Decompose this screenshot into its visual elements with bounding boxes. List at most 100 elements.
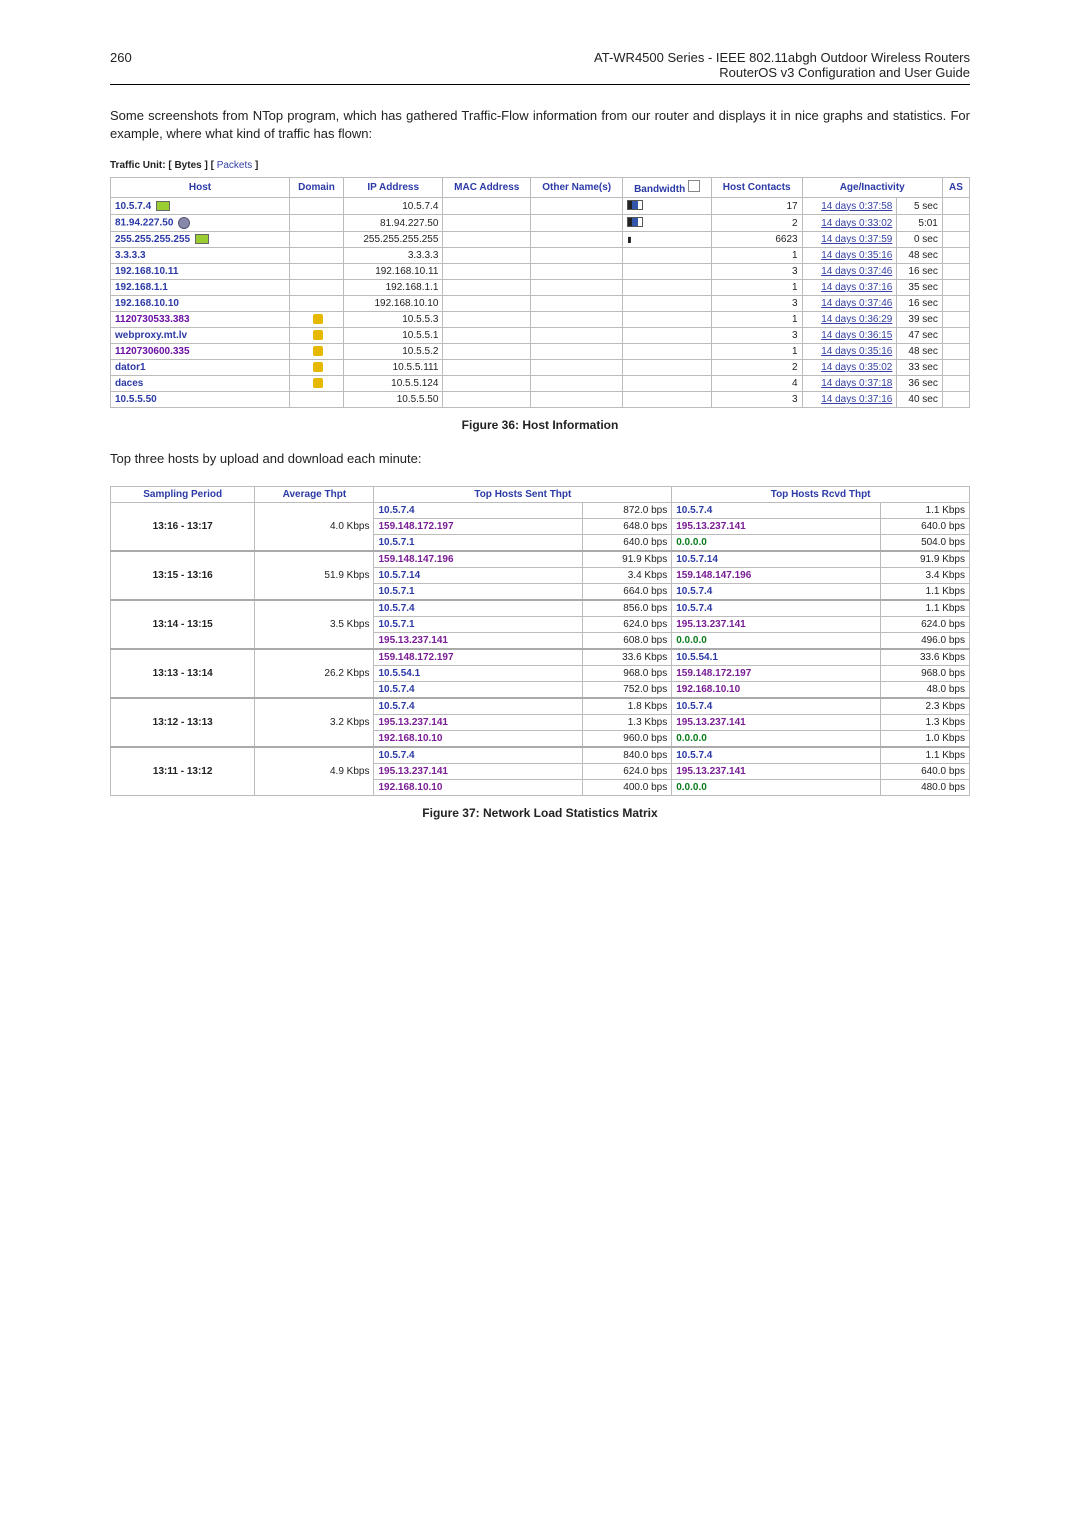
col-contacts[interactable]: Host Contacts <box>711 178 802 198</box>
age-link[interactable]: 14 days 0:35:02 <box>821 362 892 373</box>
age-link[interactable]: 14 days 0:35:16 <box>821 346 892 357</box>
sent-ip-cell[interactable]: 10.5.7.4 <box>374 698 583 715</box>
age-link[interactable]: 14 days 0:37:46 <box>821 298 892 309</box>
age-link[interactable]: 14 days 0:37:46 <box>821 266 892 277</box>
rcvd-ip-cell[interactable]: 195.13.237.141 <box>672 518 881 534</box>
rcvd-ip-cell[interactable]: 10.5.7.4 <box>672 502 881 518</box>
host-cell[interactable]: 1120730600.335 <box>111 344 290 360</box>
age-link[interactable]: 14 days 0:36:29 <box>821 314 892 325</box>
host-cell[interactable]: 255.255.255.255 <box>111 232 290 248</box>
rcvd-ip-cell[interactable]: 0.0.0.0 <box>672 632 881 649</box>
rcvd-ip-cell[interactable]: 159.148.147.196 <box>672 567 881 583</box>
domain-cell <box>290 198 344 215</box>
col-domain[interactable]: Domain <box>290 178 344 198</box>
rcvd-ip-cell[interactable]: 0.0.0.0 <box>672 730 881 747</box>
domain-cell <box>290 312 344 328</box>
host-row: 81.94.227.50 81.94.227.50214 days 0:33:0… <box>111 215 970 232</box>
host-cell[interactable]: 1120730533.383 <box>111 312 290 328</box>
traffic-unit-bytes: Bytes <box>174 160 201 171</box>
other-cell <box>531 296 623 312</box>
rcvd-ip-cell[interactable]: 10.5.7.4 <box>672 698 881 715</box>
rcvd-amt-cell: 496.0 bps <box>881 632 970 649</box>
other-cell <box>531 248 623 264</box>
host-cell[interactable]: 192.168.1.1 <box>111 280 290 296</box>
age-link[interactable]: 14 days 0:37:16 <box>821 282 892 293</box>
sent-ip-cell[interactable]: 195.13.237.141 <box>374 632 583 649</box>
age-link[interactable]: 14 days 0:37:59 <box>821 234 892 245</box>
age-link[interactable]: 14 days 0:37:58 <box>821 201 892 212</box>
ip-cell: 255.255.255.255 <box>344 232 443 248</box>
sent-ip-cell[interactable]: 159.148.172.197 <box>374 649 583 666</box>
rcvd-amt-cell: 1.3 Kbps <box>881 714 970 730</box>
rcvd-ip-cell[interactable]: 10.5.54.1 <box>672 649 881 666</box>
host-cell[interactable]: 10.5.5.50 <box>111 392 290 408</box>
age-link[interactable]: 14 days 0:36:15 <box>821 330 892 341</box>
host-row: 255.255.255.255 255.255.255.255▮662314 d… <box>111 232 970 248</box>
rcvd-ip-cell[interactable]: 192.168.10.10 <box>672 681 881 698</box>
rcvd-ip-cell[interactable]: 10.5.7.4 <box>672 600 881 617</box>
traffic-unit-packets-link[interactable]: Packets <box>217 160 253 171</box>
filter-icon[interactable] <box>688 180 700 192</box>
other-cell <box>531 280 623 296</box>
thpt-col-sent[interactable]: Top Hosts Sent Thpt <box>374 486 672 502</box>
sent-amt-cell: 1.8 Kbps <box>583 698 672 715</box>
sent-ip-cell[interactable]: 10.5.7.4 <box>374 681 583 698</box>
rcvd-ip-cell[interactable]: 195.13.237.141 <box>672 714 881 730</box>
host-cell[interactable]: daces <box>111 376 290 392</box>
sent-ip-cell[interactable]: 159.148.147.196 <box>374 551 583 568</box>
host-cell[interactable]: 192.168.10.11 <box>111 264 290 280</box>
sent-ip-cell[interactable]: 10.5.7.4 <box>374 747 583 764</box>
sent-ip-cell[interactable]: 10.5.7.4 <box>374 502 583 518</box>
rcvd-ip-cell[interactable]: 0.0.0.0 <box>672 779 881 795</box>
rcvd-ip-cell[interactable]: 0.0.0.0 <box>672 534 881 551</box>
host-cell[interactable]: 192.168.10.10 <box>111 296 290 312</box>
thpt-col-avg[interactable]: Average Thpt <box>255 486 374 502</box>
host-cell[interactable]: dator1 <box>111 360 290 376</box>
rcvd-ip-cell[interactable]: 10.5.7.14 <box>672 551 881 568</box>
thpt-row: 13:14 - 13:153.5 Kbps10.5.7.4856.0 bps10… <box>111 600 970 617</box>
sent-ip-cell[interactable]: 10.5.54.1 <box>374 665 583 681</box>
age-link[interactable]: 14 days 0:33:02 <box>821 218 892 229</box>
col-host[interactable]: Host <box>111 178 290 198</box>
host-cell[interactable]: webproxy.mt.lv <box>111 328 290 344</box>
as-cell <box>942 376 969 392</box>
col-bandwidth[interactable]: Bandwidth <box>623 178 712 198</box>
sent-ip-cell[interactable]: 10.5.7.1 <box>374 616 583 632</box>
sent-ip-cell[interactable]: 10.5.7.14 <box>374 567 583 583</box>
col-age[interactable]: Age/Inactivity <box>802 178 942 198</box>
rcvd-ip-cell[interactable]: 10.5.7.4 <box>672 747 881 764</box>
ip-cell: 10.5.5.1 <box>344 328 443 344</box>
sent-ip-cell[interactable]: 195.13.237.141 <box>374 763 583 779</box>
host-cell[interactable]: 81.94.227.50 <box>111 215 290 232</box>
thpt-col-rcvd[interactable]: Top Hosts Rcvd Thpt <box>672 486 970 502</box>
bandwidth-bar <box>627 200 643 210</box>
sent-ip-cell[interactable]: 192.168.10.10 <box>374 730 583 747</box>
col-mac[interactable]: MAC Address <box>443 178 531 198</box>
rcvd-ip-cell[interactable]: 10.5.7.4 <box>672 583 881 600</box>
col-other[interactable]: Other Name(s) <box>531 178 623 198</box>
rcvd-ip-cell[interactable]: 159.148.172.197 <box>672 665 881 681</box>
age-link[interactable]: 14 days 0:35:16 <box>821 250 892 261</box>
col-as[interactable]: AS <box>942 178 969 198</box>
sent-ip-cell[interactable]: 10.5.7.1 <box>374 583 583 600</box>
col-ip[interactable]: IP Address <box>344 178 443 198</box>
thpt-col-period[interactable]: Sampling Period <box>111 486 255 502</box>
domain-cell <box>290 328 344 344</box>
sent-ip-cell[interactable]: 10.5.7.1 <box>374 534 583 551</box>
mac-cell <box>443 232 531 248</box>
sent-ip-cell[interactable]: 10.5.7.4 <box>374 600 583 617</box>
age-link[interactable]: 14 days 0:37:16 <box>821 394 892 405</box>
other-cell <box>531 328 623 344</box>
age-link[interactable]: 14 days 0:37:18 <box>821 378 892 389</box>
sent-ip-cell[interactable]: 192.168.10.10 <box>374 779 583 795</box>
rcvd-ip-cell[interactable]: 195.13.237.141 <box>672 763 881 779</box>
sent-ip-cell[interactable]: 195.13.237.141 <box>374 714 583 730</box>
host-cell[interactable]: 10.5.7.4 <box>111 198 290 215</box>
sent-ip-cell[interactable]: 159.148.172.197 <box>374 518 583 534</box>
host-cell[interactable]: 3.3.3.3 <box>111 248 290 264</box>
rcvd-ip-cell[interactable]: 195.13.237.141 <box>672 616 881 632</box>
age-cell: 14 days 0:37:58 <box>802 198 897 215</box>
bandwidth-cell: ▮ <box>623 232 712 248</box>
ip-cell: 10.5.5.2 <box>344 344 443 360</box>
inactivity-cell: 39 sec <box>897 312 942 328</box>
